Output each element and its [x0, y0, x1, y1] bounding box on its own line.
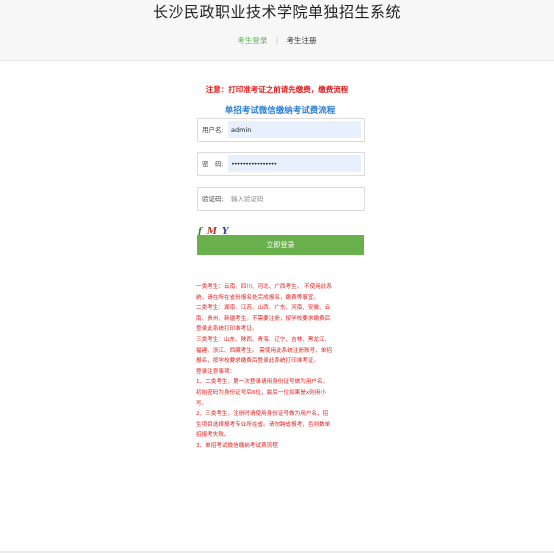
username-label: 用户名: — [202, 126, 224, 134]
payment-flow-link[interactable]: 缴费流程 — [318, 85, 348, 94]
password-label: 密 码: — [202, 160, 224, 168]
instruction-line: 三类考生：山东、陕西、青海、辽宁、吉林、黑龙江、 — [196, 336, 331, 343]
instruction-line: 2、三类考生，注册时请使用身份证号做为用户名，招 — [196, 411, 329, 418]
username-field: 用户名: — [197, 118, 365, 142]
instructions-block: 一类考生：云南、四川、河北、广西考生。 不使用此系 统，请在所在省份报名处完成报… — [196, 282, 368, 452]
captcha-field: 验证码: — [197, 187, 365, 211]
instruction-line: 招报考失败。 — [196, 432, 230, 439]
payment-notice: 注意：打印准考证之前请先缴费，缴费流程 — [0, 84, 554, 95]
page-title: 长沙民政职业技术学院单独招生系统 — [152, 3, 401, 21]
instruction-line: 统，请在所在省份报名处完成报名，缴费等事宜。 — [196, 294, 320, 301]
instruction-line: 1、二类考生，第一次登录请用身份证号做为用户名， — [196, 379, 329, 386]
instruction-line: 生项目选择报考专业所在省。请勿跨省报考，否则数单 — [196, 421, 331, 428]
nav-separator: | — [275, 37, 279, 45]
instruction-line: 报名，按学校要求缴费后登录此系统打印准考证。 — [196, 358, 320, 365]
captcha-image[interactable]: f M Y 功 — [198, 219, 236, 255]
instruction-line: 南、贵州、新疆考生。不需要注册，按学校要求缴费后 — [196, 315, 331, 322]
instruction-line: 一类考生：云南、四川、河北、广西考生。 不使用此系 — [196, 284, 333, 290]
instruction-line: 福建、浙江、西藏考生。 需使用此系统注册账号，单招 — [196, 347, 333, 354]
password-input[interactable] — [228, 155, 361, 172]
tab-student-register[interactable]: 考生注册 — [281, 36, 323, 45]
instruction-link-line[interactable]: 3、单招考试微信缴纳考试费流程 — [196, 441, 368, 452]
tab-student-login[interactable]: 考生登录 — [231, 36, 273, 45]
instruction-line: 登录注意事项： — [196, 368, 236, 375]
instruction-line: 二类考生：湖南、江苏、山西、广东、河南、安徽、云 — [196, 305, 331, 312]
nav-tabs: 考生登录 | 考生注册 — [0, 35, 554, 46]
notice-text: 注意：打印准考证之前请先缴费， — [205, 85, 319, 94]
wechat-payment-flow-link[interactable]: 单招考试微信缴纳考试费流程 — [0, 104, 554, 116]
password-field: 密 码: — [197, 152, 365, 176]
login-button[interactable]: 立即登录 — [197, 235, 364, 255]
top-header: 长沙民政职业技术学院单独招生系统 考生登录 | 考生注册 — [0, 0, 554, 61]
captcha-label: 验证码: — [202, 195, 224, 203]
instruction-line: 写。 — [196, 400, 208, 407]
instruction-line: 初始密码为身份证号后6位，最后一位如果是x则用小 — [196, 389, 326, 396]
username-input[interactable] — [228, 121, 361, 138]
captcha-input[interactable] — [228, 190, 361, 207]
instruction-line: 登录此系统打印准考证。 — [196, 326, 258, 333]
